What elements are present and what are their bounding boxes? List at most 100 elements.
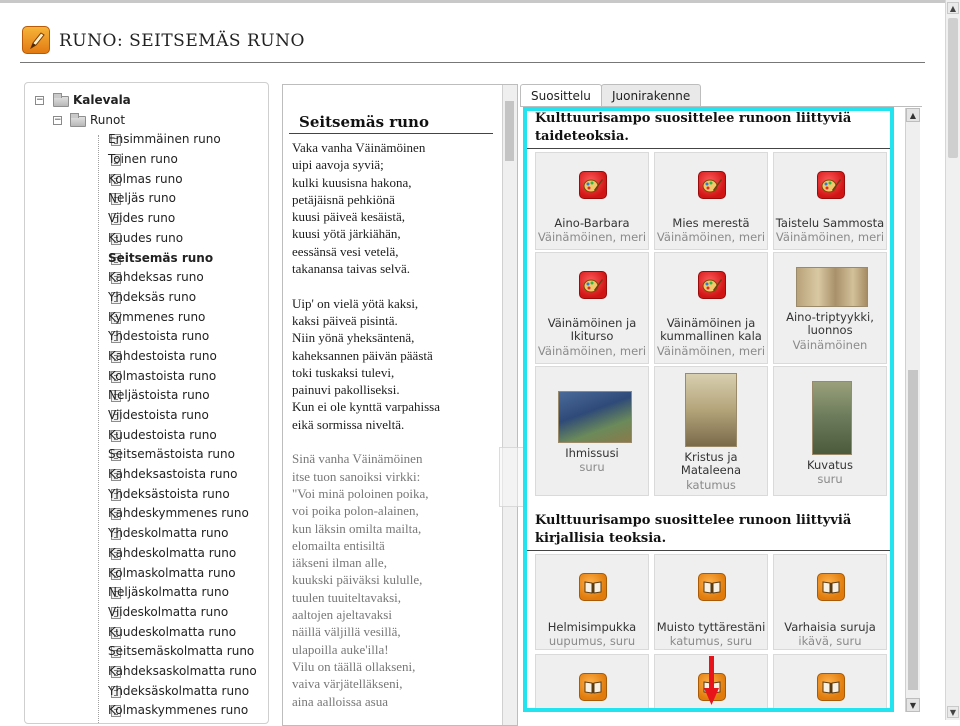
tree-item-runo[interactable]: Kahdeksas runo bbox=[25, 268, 268, 288]
card-tags: katumus, suru bbox=[669, 634, 753, 648]
window-scrollbar[interactable]: ▲ ▼ bbox=[945, 0, 960, 720]
tree-item-runo[interactable]: Kolmaskymmenes runo bbox=[25, 701, 268, 721]
recommendation-scroll-thumb[interactable] bbox=[908, 370, 918, 690]
scroll-up-arrow-icon[interactable]: ▲ bbox=[906, 108, 920, 122]
literature-recommendation-card[interactable] bbox=[773, 654, 887, 710]
poem-body: Vaka vanha Väinämöinen uipi aavoja syviä;… bbox=[292, 139, 502, 710]
poem-scroll-thumb[interactable] bbox=[505, 101, 514, 161]
tree-item-runo[interactable]: Seitsemästoista runo bbox=[25, 445, 268, 465]
poem-line: Niin yönä yheksäntenä, bbox=[292, 330, 415, 346]
art-recommendation-card[interactable]: Mies merestä Väinämöinen, meri bbox=[654, 152, 768, 250]
tab-suosittelu[interactable]: Suosittelu bbox=[520, 84, 602, 107]
collapse-icon[interactable]: − bbox=[35, 96, 44, 105]
tree-item-label: Kuudeskolmatta runo bbox=[108, 624, 237, 639]
poem-line: aina aalloissa asua bbox=[292, 693, 389, 709]
art-recommendation-card[interactable]: Kristus ja Mataleena katumus bbox=[654, 366, 768, 496]
poem-line: vaiva värjätelläkseni, bbox=[292, 676, 403, 692]
art-recommendation-card[interactable]: Kuvatus suru bbox=[773, 366, 887, 496]
tree-item-runo[interactable]: Yhdeksäskolmatta runo bbox=[25, 682, 268, 702]
tree-item-runo[interactable]: Kahdeksaskolmatta runo bbox=[25, 662, 268, 682]
tree-item-label: Neljäskolmatta runo bbox=[108, 585, 229, 600]
art-recommendation-card[interactable]: Väinämöinen ja Ikiturso Väinämöinen, meri bbox=[535, 252, 649, 364]
tree-root-label: Kalevala bbox=[73, 93, 131, 107]
tree-item-runo[interactable]: Kuudestoista runo bbox=[25, 426, 268, 446]
tree-item-label: Kahdeksaskolmatta runo bbox=[108, 663, 257, 678]
tree-item-runo[interactable]: Viidestoista runo bbox=[25, 406, 268, 426]
tree-item-runo[interactable]: Yhdestoista runo bbox=[25, 327, 268, 347]
poem-line: takanansa taivas selvä. bbox=[292, 261, 411, 277]
tree-item-runo[interactable]: Yhdeksäs runo bbox=[25, 288, 268, 308]
tree-item-runo[interactable]: Viides runo bbox=[25, 209, 268, 229]
art-recommendation-card[interactable]: Aino-Barbara Väinämöinen, meri bbox=[535, 152, 649, 250]
tree-item-runo[interactable]: Yhdeksästoista runo bbox=[25, 485, 268, 505]
tree-item-label: Kahdeksastoista runo bbox=[108, 467, 238, 482]
art-recommendation-card[interactable]: Ihmissusi suru bbox=[535, 366, 649, 496]
art-recommendation-card[interactable]: Väinämöinen ja kummallinen kala Väinämöin… bbox=[654, 252, 768, 364]
card-tags: Väinämöinen, meri bbox=[656, 344, 766, 358]
card-title: Muisto tyttärestäni bbox=[656, 620, 766, 634]
poem-scrollbar[interactable] bbox=[502, 85, 517, 725]
tree-item-runo[interactable]: Kahdeksastoista runo bbox=[25, 465, 268, 485]
recommendation-scrollbar[interactable]: ▲ ▼ bbox=[905, 108, 920, 712]
card-tags: Väinämöinen, meri bbox=[656, 230, 766, 244]
tree-item-runo[interactable]: Kahdestoista runo bbox=[25, 347, 268, 367]
card-title: Taistelu Sammosta bbox=[775, 216, 885, 230]
tree-item-runo[interactable]: Kolmastoista runo bbox=[25, 367, 268, 387]
painting-thumbnail bbox=[812, 381, 852, 455]
book-icon bbox=[579, 673, 607, 701]
tab-juonirakenne[interactable]: Juonirakenne bbox=[601, 84, 702, 106]
literature-recommendation-card[interactable]: Varhaisia suruja ikävä, suru bbox=[773, 554, 887, 650]
poem-line: petäjäisnä pehkiönä bbox=[292, 191, 395, 207]
tree-node-root[interactable]: − Kalevala bbox=[25, 91, 268, 111]
tree-item-label: Kahdeksas runo bbox=[108, 270, 204, 285]
book-icon bbox=[698, 573, 726, 601]
scroll-up-arrow-icon[interactable]: ▲ bbox=[947, 2, 959, 14]
tree-item-runo[interactable]: Neljäs runo bbox=[25, 189, 268, 209]
tree-item-label: Yhdestoista runo bbox=[108, 329, 210, 344]
tree-item-runo[interactable]: Seitsemäs runo bbox=[25, 249, 268, 269]
card-title: Aino-triptyykki, luonnos bbox=[786, 310, 874, 337]
collapse-icon[interactable]: − bbox=[53, 115, 62, 125]
scroll-down-arrow-icon[interactable]: ▼ bbox=[947, 706, 959, 718]
tree-item-runo[interactable]: Toinen runo bbox=[25, 150, 268, 170]
tree-item-runo[interactable]: Yhdeskolmatta runo bbox=[25, 524, 268, 544]
tree-folder-label: Runot bbox=[90, 112, 126, 127]
tree-item-runo[interactable]: Kymmenes runo bbox=[25, 308, 268, 328]
palette-icon bbox=[579, 171, 607, 199]
window-scroll-thumb[interactable] bbox=[948, 18, 958, 158]
header-divider bbox=[20, 62, 925, 63]
tree-item-runo[interactable]: Viideskolmatta runo bbox=[25, 603, 268, 623]
card-tags: Väinämöinen, meri bbox=[775, 230, 885, 244]
tree-item-runo[interactable]: Ensimmäinen runo bbox=[25, 130, 268, 150]
tree-item-runo[interactable]: Kuudes runo bbox=[25, 229, 268, 249]
tree-item-runo[interactable]: Kolmas runo bbox=[25, 170, 268, 190]
poem-line: kaheksannen päivän päästä bbox=[292, 347, 433, 363]
tree-node-folder[interactable]: − Runot bbox=[25, 111, 268, 131]
tree-item-label: Kahdestoista runo bbox=[108, 348, 217, 363]
scroll-down-arrow-icon[interactable]: ▼ bbox=[906, 698, 920, 712]
tree-item-runo[interactable]: Kahdeskolmatta runo bbox=[25, 544, 268, 564]
tree-item-runo[interactable]: Kuudeskolmatta runo bbox=[25, 623, 268, 643]
art-recommendation-card[interactable]: Aino-triptyykki, luonnos Väinämöinen bbox=[773, 252, 887, 364]
literature-recommendation-card[interactable]: Muisto tyttärestäni katumus, suru bbox=[654, 554, 768, 650]
tree-item-runo[interactable]: Kolmaskolmatta runo bbox=[25, 564, 268, 584]
tree-item-runo[interactable]: Kahdeskymmenes runo bbox=[25, 504, 268, 524]
poem-line: aaltojen ajeltavaksi bbox=[292, 607, 392, 623]
poem-line: Vaka vanha Väinämöinen bbox=[292, 140, 426, 155]
tree-item-label: Kahdeskolmatta runo bbox=[108, 545, 237, 560]
pencil-icon bbox=[22, 26, 50, 54]
poem-line: kuusi päiveä kesäistä, bbox=[292, 209, 405, 225]
tree-item-runo[interactable]: Seitsemäskolmatta runo bbox=[25, 642, 268, 662]
poem-line: voi poika polon-alainen, bbox=[292, 503, 419, 519]
tree-item-label: Toinen runo bbox=[108, 152, 178, 167]
tree-item-runo[interactable]: Neljästoista runo bbox=[25, 386, 268, 406]
art-recommendation-card[interactable]: Taistelu Sammosta Väinämöinen, meri bbox=[773, 152, 887, 250]
painting-thumbnail bbox=[685, 373, 737, 447]
tree-item-label: Ensimmäinen runo bbox=[108, 132, 221, 147]
tree-item-runo[interactable]: Neljäskolmatta runo bbox=[25, 583, 268, 603]
literature-recommendation-card[interactable] bbox=[535, 654, 649, 710]
card-tags: Väinämöinen, meri bbox=[537, 230, 647, 244]
tree-item-label: Seitsemäskolmatta runo bbox=[108, 644, 255, 659]
literature-recommendation-card[interactable]: Helmisimpukka uupumus, suru bbox=[535, 554, 649, 650]
poem-line: elomailta entisiltä bbox=[292, 537, 385, 553]
